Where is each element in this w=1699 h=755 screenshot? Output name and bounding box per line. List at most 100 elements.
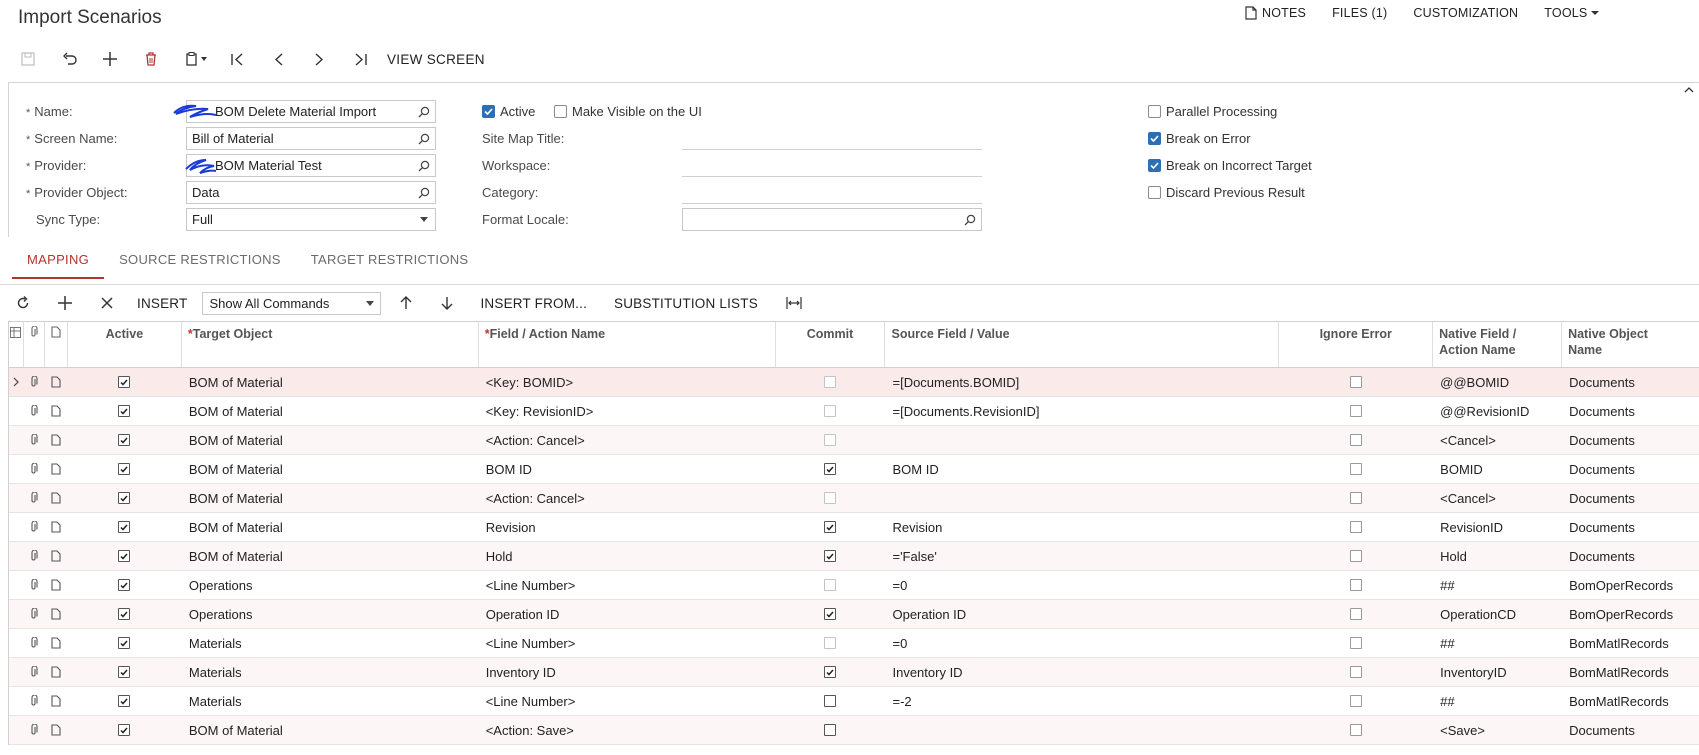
field-action-cell[interactable]: <Action: Cancel> xyxy=(479,426,776,454)
target-object-cell[interactable]: BOM of Material xyxy=(182,513,479,541)
fit-columns-icon[interactable] xyxy=(785,291,803,315)
table-row[interactable]: Materials <Line Number> =0 ## BomMatlRecords xyxy=(9,629,1699,658)
commit-cell[interactable] xyxy=(776,658,886,686)
note-icon[interactable] xyxy=(45,484,68,512)
field-action-cell[interactable]: <Key: BOMID> xyxy=(479,368,776,396)
field-action-cell[interactable]: <Line Number> xyxy=(479,629,776,657)
tab-target-restrictions[interactable]: TARGET RESTRICTIONS xyxy=(296,244,484,279)
name-field[interactable]: BOM Delete Material Import xyxy=(186,100,436,123)
table-row[interactable]: Materials Inventory ID Inventory ID Invento… xyxy=(9,658,1699,687)
insert-from-button[interactable]: INSERT FROM... xyxy=(480,291,587,315)
screen-name-field[interactable]: Bill of Material xyxy=(186,127,436,150)
table-row[interactable]: BOM of Material Hold ='False' Hold Documents xyxy=(9,542,1699,571)
format-locale-field[interactable] xyxy=(682,208,982,231)
active-cell[interactable] xyxy=(68,484,182,512)
sync-type-select[interactable]: Full xyxy=(186,208,436,231)
source-value-cell[interactable]: Revision xyxy=(885,513,1279,541)
source-value-cell[interactable]: =0 xyxy=(885,629,1279,657)
attachment-icon[interactable] xyxy=(24,368,45,396)
delete-row-icon[interactable] xyxy=(98,291,116,315)
note-icon[interactable] xyxy=(45,397,68,425)
note-icon[interactable] xyxy=(45,368,68,396)
commit-cell[interactable] xyxy=(776,629,886,657)
note-icon[interactable] xyxy=(45,513,68,541)
active-cell[interactable] xyxy=(68,716,182,744)
row-selector[interactable] xyxy=(9,600,24,628)
tab-mapping[interactable]: MAPPING xyxy=(12,244,105,279)
commit-cell[interactable] xyxy=(776,455,886,483)
parallel-processing-checkbox[interactable]: Parallel Processing xyxy=(1148,104,1277,119)
source-value-cell[interactable]: ='False' xyxy=(885,542,1279,570)
next-record-icon[interactable] xyxy=(309,47,329,71)
move-down-icon[interactable] xyxy=(438,291,456,315)
active-cell[interactable] xyxy=(68,629,182,657)
commit-cell[interactable] xyxy=(776,484,886,512)
field-action-cell[interactable]: BOM ID xyxy=(479,455,776,483)
note-icon[interactable] xyxy=(45,542,68,570)
note-icon[interactable] xyxy=(45,687,68,715)
active-cell[interactable] xyxy=(68,368,182,396)
source-value-cell[interactable]: =-2 xyxy=(885,687,1279,715)
save-icon[interactable] xyxy=(18,47,38,71)
active-cell[interactable] xyxy=(68,513,182,541)
delete-icon[interactable] xyxy=(141,47,161,71)
active-cell[interactable] xyxy=(68,571,182,599)
table-row[interactable]: BOM of Material Revision Revision RevisionI… xyxy=(9,513,1699,542)
active-cell[interactable] xyxy=(68,397,182,425)
table-row[interactable]: BOM of Material BOM ID BOM ID BOMID Document… xyxy=(9,455,1699,484)
table-row[interactable]: BOM of Material <Key: RevisionID> =[Docume… xyxy=(9,397,1699,426)
attachment-icon[interactable] xyxy=(24,571,45,599)
break-on-error-checkbox[interactable]: Break on Error xyxy=(1148,131,1251,146)
ignore-error-cell[interactable] xyxy=(1279,368,1433,396)
ignore-error-cell[interactable] xyxy=(1279,716,1433,744)
collapse-chevron-icon[interactable] xyxy=(1684,86,1694,93)
target-object-cell[interactable]: Materials xyxy=(182,629,479,657)
row-selector[interactable] xyxy=(9,426,24,454)
column-source-field-value[interactable]: Source Field / Value xyxy=(885,322,1280,367)
source-value-cell[interactable] xyxy=(885,716,1279,744)
target-object-cell[interactable]: Materials xyxy=(182,658,479,686)
note-icon[interactable] xyxy=(45,426,68,454)
row-selector[interactable] xyxy=(9,484,24,512)
attachment-icon[interactable] xyxy=(24,513,45,541)
search-icon[interactable] xyxy=(413,106,435,118)
attachment-icon[interactable] xyxy=(24,600,45,628)
source-value-cell[interactable]: =0 xyxy=(885,571,1279,599)
target-object-cell[interactable]: Materials xyxy=(182,687,479,715)
commit-cell[interactable] xyxy=(776,513,886,541)
category-field[interactable] xyxy=(682,181,982,204)
search-icon[interactable] xyxy=(413,160,435,172)
ignore-error-cell[interactable] xyxy=(1279,629,1433,657)
row-selector[interactable] xyxy=(9,368,24,396)
source-value-cell[interactable]: =[Documents.BOMID] xyxy=(885,368,1279,396)
attachment-icon[interactable] xyxy=(24,542,45,570)
row-selector[interactable] xyxy=(9,571,24,599)
make-visible-checkbox[interactable]: Make Visible on the UI xyxy=(554,104,702,119)
source-value-cell[interactable]: =[Documents.RevisionID] xyxy=(885,397,1279,425)
files-button[interactable]: FILES (1) xyxy=(1332,6,1387,20)
attachment-icon[interactable] xyxy=(24,484,45,512)
target-object-cell[interactable]: BOM of Material xyxy=(182,368,479,396)
ignore-error-cell[interactable] xyxy=(1279,484,1433,512)
table-row[interactable]: Materials <Line Number> =-2 ## BomMatlRecord… xyxy=(9,687,1699,716)
workspace-field[interactable] xyxy=(682,154,982,177)
active-cell[interactable] xyxy=(68,658,182,686)
note-icon[interactable] xyxy=(45,658,68,686)
table-row[interactable]: BOM of Material <Key: BOMID> =[Documents.B… xyxy=(9,368,1699,397)
table-row[interactable]: BOM of Material <Action: Cancel> <Cancel> D… xyxy=(9,426,1699,455)
last-record-icon[interactable] xyxy=(350,47,370,71)
active-cell[interactable] xyxy=(68,542,182,570)
field-action-cell[interactable]: Hold xyxy=(479,542,776,570)
view-screen-button[interactable]: VIEW SCREEN xyxy=(387,47,485,71)
ignore-error-cell[interactable] xyxy=(1279,426,1433,454)
undo-icon[interactable] xyxy=(59,47,79,71)
target-object-cell[interactable]: BOM of Material xyxy=(182,455,479,483)
active-checkbox[interactable]: Active xyxy=(482,104,535,119)
field-action-cell[interactable]: <Key: RevisionID> xyxy=(479,397,776,425)
ignore-error-cell[interactable] xyxy=(1279,600,1433,628)
target-object-cell[interactable]: Operations xyxy=(182,600,479,628)
active-cell[interactable] xyxy=(68,687,182,715)
attachment-icon[interactable] xyxy=(24,455,45,483)
target-object-cell[interactable]: BOM of Material xyxy=(182,542,479,570)
row-selector[interactable] xyxy=(9,629,24,657)
